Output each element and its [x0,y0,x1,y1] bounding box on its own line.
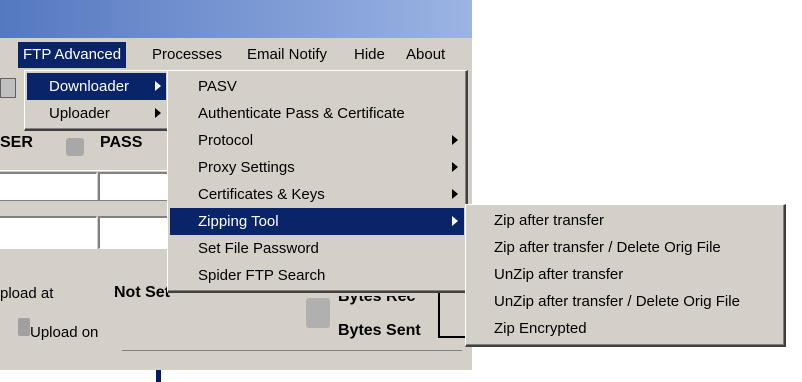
menu-item-uploader[interactable]: Uploader [27,100,166,127]
menu-item-proxy-settings[interactable]: Proxy Settings [170,154,464,181]
menu-bar: FTP Advanced Processes Email Notify Hide… [0,38,472,72]
menu-item-pasv[interactable]: PASV [170,73,464,100]
user-field-2[interactable] [0,216,97,249]
pass-label: PASS [100,134,143,151]
toolbar-icon[interactable] [0,78,16,98]
gray-icon [306,298,330,328]
menu-item-label: UnZip after transfer [494,266,624,283]
menu-item-label: UnZip after transfer / Delete Orig File [494,293,740,310]
menu-item-label: Uploader [49,105,110,122]
menu-item-set-file-password[interactable]: Set File Password [170,235,464,262]
title-bar [0,0,472,38]
submenu-arrow-icon [452,189,458,199]
menu-item-label: Authenticate Pass & Certificate [198,105,405,122]
marker [156,370,161,382]
menu-item-label: Zip after transfer [494,212,605,229]
zipping-tool-menu: Zip after transfer Zip after transfer / … [465,204,786,347]
menu-item-protocol[interactable]: Protocol [170,127,464,154]
menu-item-downloader[interactable]: Downloader [27,73,166,100]
menu-item-unzip-delete-orig[interactable]: UnZip after transfer / Delete Orig File [468,288,782,315]
gray-icon [66,138,84,156]
menu-item-label: Downloader [49,78,130,95]
divider [0,200,168,201]
downloader-menu: PASV Authenticate Pass & Certificate Pro… [167,70,468,293]
upload-on-label: Upload on [30,324,99,341]
submenu-arrow-icon [452,162,458,172]
user-label: SER [0,134,33,151]
menu-item-certificates-keys[interactable]: Certificates & Keys [170,181,464,208]
divider [122,350,462,351]
menu-item-authenticate[interactable]: Authenticate Pass & Certificate [170,100,464,127]
menu-item-zip-delete-orig[interactable]: Zip after transfer / Delete Orig File [468,234,782,261]
menu-ftp-advanced[interactable]: FTP Advanced [18,42,127,68]
menu-hide[interactable]: Hide [349,42,390,68]
menu-processes[interactable]: Processes [147,42,227,68]
submenu-arrow-icon [155,108,161,118]
pass-field-1[interactable] [98,172,169,201]
upload-at-value: Not Set [114,284,170,301]
menu-item-zip-after-transfer[interactable]: Zip after transfer [468,207,782,234]
field-border [438,336,468,338]
menu-item-spider-ftp-search[interactable]: Spider FTP Search [170,262,464,289]
menu-about[interactable]: About [401,42,450,68]
submenu-arrow-icon [155,81,161,91]
menu-item-label: Zip after transfer / Delete Orig File [494,239,721,256]
menu-item-label: Protocol [198,132,254,149]
menu-item-label: Set File Password [198,240,319,257]
menu-item-label: Certificates & Keys [198,186,325,203]
menu-item-label: Proxy Settings [198,159,295,176]
menu-item-label: PASV [198,78,237,95]
menu-item-label: Zip Encrypted [494,320,587,337]
menu-item-label: Zipping Tool [198,213,279,230]
upload-at-label: pload at [0,285,54,302]
user-field-1[interactable] [0,172,97,201]
submenu-arrow-icon [452,216,458,226]
menu-item-zip-encrypted[interactable]: Zip Encrypted [468,315,782,342]
menu-item-unzip-after-transfer[interactable]: UnZip after transfer [468,261,782,288]
field-border [438,286,440,338]
menu-item-label: Spider FTP Search [198,267,326,284]
pass-field-2[interactable] [98,216,169,249]
menu-bar-edge [0,46,12,66]
menu-email-notify[interactable]: Email Notify [242,42,332,68]
divider [0,170,168,171]
ftp-advanced-menu: Downloader Uploader [24,70,170,131]
menu-item-zipping-tool[interactable]: Zipping Tool [170,208,464,235]
submenu-arrow-icon [452,135,458,145]
gray-icon [18,318,30,336]
bytes-sent-label: Bytes Sent [338,322,421,339]
